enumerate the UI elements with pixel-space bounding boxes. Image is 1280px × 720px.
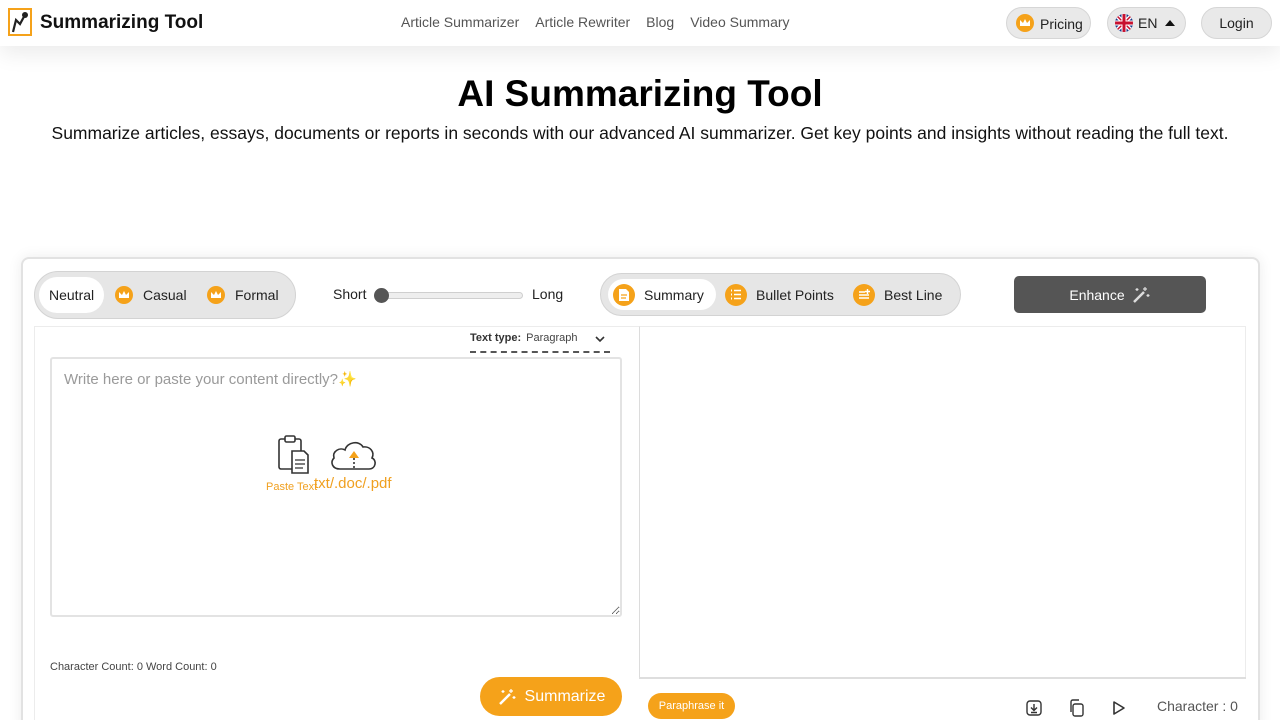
summarize-button[interactable]: Summarize <box>480 677 622 716</box>
length-long-label: Long <box>532 286 564 302</box>
length-slider-thumb[interactable] <box>374 288 389 303</box>
magic-wand-icon <box>498 688 516 705</box>
text-type-selector[interactable]: Text type: Paragraph <box>470 332 610 353</box>
output-type-selector: Summary Bullet Points Best Line <box>600 273 961 316</box>
enhance-button[interactable]: Enhance <box>1014 276 1206 313</box>
nav-article-summarizer[interactable]: Article Summarizer <box>401 14 519 30</box>
caret-up-icon <box>1165 20 1176 26</box>
page-title: AI Summarizing Tool <box>457 73 823 114</box>
logo-icon[interactable] <box>8 8 32 36</box>
summarize-label: Summarize <box>524 687 606 705</box>
text-type-value: Paragraph <box>526 332 578 344</box>
list-icon <box>725 283 747 306</box>
output-bullet-points[interactable]: Bullet Points <box>725 279 834 310</box>
mode-casual-label: Casual <box>143 287 187 303</box>
mode-formal[interactable]: Formal <box>207 277 279 313</box>
enhance-label: Enhance <box>1069 286 1125 303</box>
output-best-line[interactable]: Best Line <box>853 279 942 310</box>
download-icon[interactable] <box>1025 699 1043 717</box>
crown-icon <box>1016 14 1034 32</box>
uk-flag-icon <box>1115 14 1133 32</box>
cloud-upload-icon <box>331 441 376 470</box>
nav-blog[interactable]: Blog <box>646 14 674 30</box>
crown-icon <box>115 286 133 304</box>
output-summary[interactable]: Summary <box>608 279 716 310</box>
crown-icon <box>207 286 225 304</box>
output-bullet-points-label: Bullet Points <box>756 286 834 303</box>
mode-neutral[interactable]: Neutral <box>39 277 105 313</box>
character-word-count: Character Count: 0 Word Count: 0 <box>50 661 217 673</box>
play-icon[interactable] <box>1109 699 1127 717</box>
paste-text-label: Paste Text <box>266 481 318 493</box>
language-label: EN <box>1138 15 1158 31</box>
clipboard-icon <box>278 435 309 474</box>
output-character-count: Character : 0 <box>1157 698 1238 714</box>
output-divider <box>639 677 1246 679</box>
language-selector[interactable]: EN <box>1107 7 1186 39</box>
paraphrase-button[interactable]: Paraphrase it <box>648 693 735 719</box>
magic-wand-icon <box>1132 286 1150 303</box>
nav-article-rewriter[interactable]: Article Rewriter <box>535 14 630 30</box>
mode-casual[interactable]: Casual <box>115 277 187 313</box>
nav-video-summary[interactable]: Video Summary <box>690 14 789 30</box>
copy-icon[interactable] <box>1067 699 1085 717</box>
mode-formal-label: Formal <box>235 287 279 303</box>
length-slider[interactable] <box>377 292 523 299</box>
tone-selector: Neutral Casual Formal <box>34 271 296 319</box>
upload-file-button[interactable]: txt/.doc/.pdf <box>314 437 404 492</box>
output-summary-label: Summary <box>644 286 704 303</box>
page-subtitle: Summarize articles, essays, documents or… <box>51 123 1229 143</box>
upload-formats-label: txt/.doc/.pdf <box>314 475 392 492</box>
length-short-label: Short <box>333 286 367 302</box>
site-header: Summarizing Tool Article Summarizer Arti… <box>0 0 1280 46</box>
mode-neutral-label: Neutral <box>49 287 95 303</box>
pricing-label: Pricing <box>1040 16 1083 32</box>
best-line-icon <box>853 283 875 306</box>
text-type-label: Text type: <box>470 332 522 344</box>
document-icon <box>613 283 635 306</box>
main-nav: Article Summarizer Article Rewriter Blog… <box>401 14 790 30</box>
brand-name[interactable]: Summarizing Tool <box>40 12 203 34</box>
chevron-down-icon <box>595 336 605 343</box>
login-button[interactable]: Login <box>1201 7 1272 39</box>
output-best-line-label: Best Line <box>884 286 943 303</box>
output-panel <box>639 326 1246 678</box>
pricing-button[interactable]: Pricing <box>1006 7 1091 39</box>
